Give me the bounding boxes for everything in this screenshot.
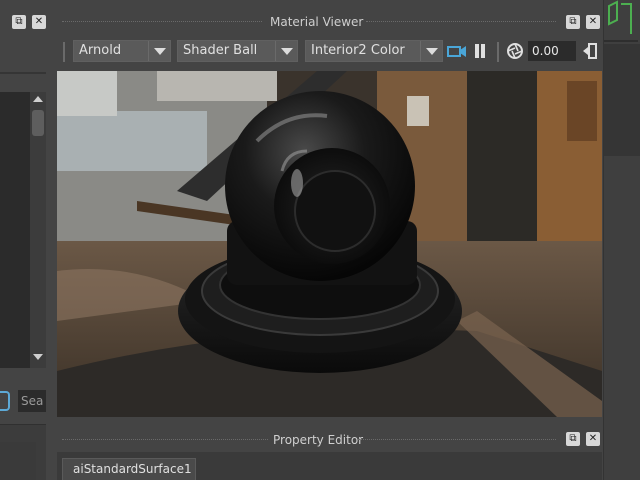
material-viewer-title: Material Viewer: [270, 15, 364, 29]
titlebar-grip: [62, 21, 262, 22]
renderer-dropdown[interactable]: Arnold: [73, 40, 171, 62]
filter-icon[interactable]: [0, 391, 10, 411]
shape-dropdown[interactable]: Shader Ball: [177, 40, 298, 62]
shader-ball-render: [57, 71, 602, 417]
environment-dropdown-label: Interior2 Color: [311, 43, 405, 58]
property-editor-titlebar[interactable]: Property Editor: [56, 430, 602, 450]
scrollbar-thumb[interactable]: [32, 110, 44, 136]
chevron-down-icon: [275, 41, 297, 61]
property-editor-title: Property Editor: [273, 433, 364, 447]
titlebar-grip: [366, 21, 556, 22]
toolbar-grip: [497, 42, 499, 62]
exposure-button[interactable]: [506, 42, 524, 60]
renderer-dropdown-label: Arnold: [79, 43, 122, 58]
environment-dropdown[interactable]: Interior2 Color: [305, 40, 443, 62]
chevron-down-icon: [148, 41, 170, 61]
aperture-icon: [507, 43, 523, 59]
scroll-down-arrow-icon[interactable]: [33, 354, 43, 360]
material-preview-viewport[interactable]: [57, 71, 602, 417]
close-icon[interactable]: ✕: [586, 432, 600, 446]
close-icon[interactable]: ✕: [32, 15, 46, 29]
exposure-field[interactable]: 0.00: [528, 41, 576, 61]
snapshot-icon: [583, 43, 597, 59]
render-loop-button[interactable]: [447, 42, 467, 60]
material-viewer-titlebar[interactable]: Material Viewer: [56, 12, 602, 32]
search-input[interactable]: Sea: [18, 390, 46, 412]
right-panel-content: [604, 44, 640, 156]
view-cube-icon[interactable]: [607, 0, 637, 36]
shape-dropdown-label: Shader Ball: [183, 43, 258, 58]
tab-aistandardsurface1[interactable]: aiStandardSurface1: [62, 458, 196, 480]
camera-play-icon: [447, 46, 466, 57]
float-window-icon[interactable]: ⧉: [566, 432, 580, 446]
toolbar-grip: [63, 42, 65, 62]
float-window-icon[interactable]: ⧉: [566, 15, 580, 29]
float-window-icon[interactable]: ⧉: [12, 15, 26, 29]
snapshot-button[interactable]: [582, 42, 598, 60]
left-lower-panel-content: [0, 442, 36, 480]
panel-divider: [0, 72, 46, 74]
chevron-down-icon: [420, 41, 442, 61]
panel-divider: [604, 40, 638, 42]
titlebar-grip: [358, 439, 556, 440]
scroll-up-arrow-icon[interactable]: [33, 96, 43, 102]
pause-button[interactable]: [472, 42, 488, 60]
close-icon[interactable]: ✕: [586, 15, 600, 29]
titlebar-grip: [62, 439, 268, 440]
maya-workspace: ⧉ ✕ Sea Material Viewer ⧉ ✕ Arnold Shade…: [0, 0, 640, 480]
view-cube-graphic: [608, 0, 632, 34]
